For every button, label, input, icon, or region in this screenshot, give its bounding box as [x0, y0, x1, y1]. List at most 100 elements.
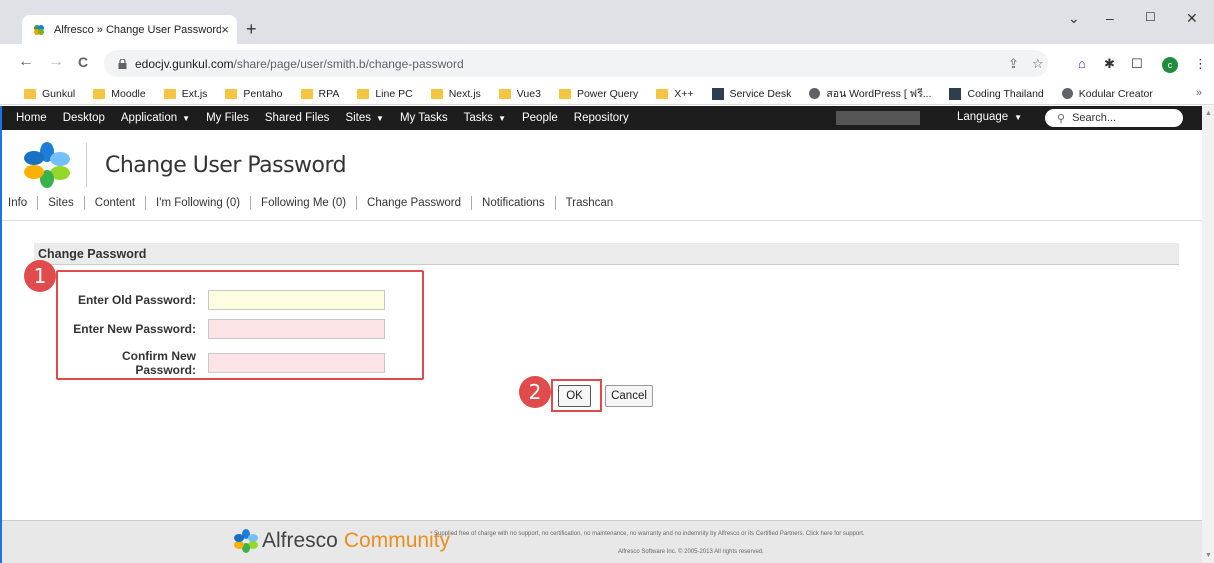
nav-item-label: My Files	[206, 112, 249, 124]
profile-tab[interactable]: Change Password	[356, 196, 471, 210]
browser-menu-icon[interactable]: ⋮	[1194, 56, 1207, 72]
nav-item[interactable]: Repository	[574, 112, 629, 124]
profile-tab[interactable]: Trashcan	[554, 196, 624, 210]
bookmarks-overflow-icon[interactable]: »	[1196, 87, 1202, 99]
search-placeholder: Search...	[1072, 112, 1117, 124]
footer-notice[interactable]: Supplied free of charge with no support,…	[434, 531, 865, 537]
folder-icon	[357, 88, 370, 99]
new-tab-button[interactable]: +	[246, 20, 257, 38]
profile-tab[interactable]: Sites	[37, 196, 84, 210]
scroll-up-icon[interactable]: ▲	[1205, 110, 1212, 117]
language-menu[interactable]: Language ▼	[957, 111, 1022, 123]
nav-item[interactable]: My Files	[206, 112, 249, 124]
nav-item[interactable]: Desktop	[63, 112, 105, 124]
new-password-input[interactable]	[208, 319, 385, 339]
bookmark-item[interactable]: Pentaho	[225, 88, 283, 100]
ok-button[interactable]: OK	[558, 385, 591, 407]
nav-item-label: Shared Files	[264, 112, 330, 124]
url-host: edocjv.gunkul.com	[135, 56, 234, 71]
share-icon[interactable]: ⇪	[1008, 56, 1019, 72]
minimize-button[interactable]: –	[1106, 10, 1114, 26]
section-title: Change Password	[34, 243, 1179, 265]
folder-icon	[225, 88, 238, 99]
bookmark-item[interactable]: Gunkul	[24, 88, 75, 100]
nav-item[interactable]: Sites ▼	[345, 112, 384, 124]
forward-button[interactable]: →	[48, 54, 64, 70]
tab-close-icon[interactable]: ×	[221, 22, 229, 37]
folder-icon	[656, 88, 669, 99]
caret-down-icon: ▼	[1014, 113, 1023, 122]
folder-icon	[163, 88, 176, 99]
bookmark-item[interactable]: Vue3	[498, 88, 541, 100]
url-path: /share/page/user/smith.b/change-password	[233, 56, 464, 71]
image-icon	[949, 87, 962, 100]
nav-item[interactable]: Home	[16, 112, 47, 124]
footer-copyright: Alfresco Software Inc. © 2005-2013 All r…	[618, 549, 764, 555]
bookmark-star-icon[interactable]: ☆	[1032, 56, 1044, 72]
profile-tab[interactable]: Content	[83, 196, 145, 210]
folder-icon	[430, 88, 443, 99]
bookmark-item[interactable]: Next.js	[430, 88, 481, 100]
folder-icon	[93, 88, 106, 99]
folder-icon	[498, 88, 511, 99]
nav-item[interactable]: People	[522, 112, 558, 124]
page-title: Change User Password	[105, 152, 347, 178]
profile-tab[interactable]: Following Me (0)	[250, 196, 356, 210]
nav-item-label: Application	[120, 112, 178, 124]
new-password-label: Enter New Password:	[73, 322, 196, 336]
profile-tab[interactable]: Info	[8, 196, 37, 210]
header-divider	[86, 143, 87, 187]
cancel-button[interactable]: Cancel	[605, 385, 653, 407]
globe-icon	[1061, 88, 1073, 99]
bookmark-item[interactable]: X++	[656, 88, 694, 100]
bookmark-label: Coding Thailand	[967, 87, 1044, 100]
maximize-button[interactable]: ☐	[1145, 10, 1156, 24]
user-menu-redacted[interactable]	[836, 111, 920, 125]
alfresco-favicon-icon	[34, 24, 44, 35]
bookmark-item[interactable]: Moodle	[93, 88, 146, 100]
alfresco-logo-icon	[24, 142, 70, 188]
profile-avatar[interactable]: c	[1162, 57, 1178, 73]
nav-item[interactable]: My Tasks	[400, 112, 448, 124]
side-panel-icon[interactable]: ☐	[1131, 56, 1143, 72]
password-form-highlight: Enter Old Password: Enter New Password: …	[56, 270, 424, 380]
address-bar[interactable]: edocjv.gunkul.com/share/page/user/smith.…	[104, 50, 1048, 77]
bookmarks-bar: Gunkul Moodle Ext.js Pentaho RPA Line PC Next.…	[0, 83, 1214, 105]
nav-item[interactable]: Shared Files	[265, 112, 330, 124]
bookmark-item[interactable]: Ext.js	[163, 88, 207, 100]
caret-down-icon: ▼	[498, 114, 506, 123]
extension-badge-icon[interactable]: ⌂	[1078, 56, 1086, 71]
old-password-input[interactable]	[208, 290, 385, 310]
search-box[interactable]: ⚲ Search...	[1045, 109, 1183, 127]
page-scrollbar[interactable]: ▲ ▼	[1202, 106, 1214, 563]
profile-tab[interactable]: Notifications	[471, 196, 555, 210]
nav-item-label: Tasks	[463, 112, 494, 124]
divider	[2, 220, 1202, 221]
folder-icon	[24, 88, 36, 99]
reload-button[interactable]: C	[78, 54, 88, 70]
back-button[interactable]: ←	[18, 54, 34, 70]
bookmark-item[interactable]: Kodular Creator	[1061, 88, 1153, 100]
tab-search-icon[interactable]: ⌄	[1068, 10, 1080, 27]
bookmark-item[interactable]: Service Desk	[711, 87, 791, 100]
profile-tab[interactable]: I'm Following (0)	[145, 196, 250, 210]
puzzle-extensions-icon[interactable]: ✱	[1104, 56, 1115, 72]
nav-item-label: People	[521, 112, 558, 124]
bookmark-item[interactable]: Coding Thailand	[949, 87, 1044, 100]
bookmark-label: Line PC	[375, 87, 413, 100]
scroll-down-icon[interactable]: ▼	[1205, 552, 1212, 559]
nav-item[interactable]: Tasks ▼	[464, 112, 506, 124]
confirm-password-input[interactable]	[208, 353, 385, 373]
bookmark-item[interactable]: Line PC	[357, 87, 413, 100]
alfresco-community-logo: Alfresco Community	[234, 529, 450, 553]
app-nav-bar: Home Desktop Application ▼ My Files Shared Fi…	[2, 106, 1202, 130]
bookmark-item[interactable]: Power Query	[558, 88, 638, 100]
bookmark-label: Gunkul	[42, 87, 76, 100]
browser-tab[interactable]: Alfresco » Change User Password ×	[22, 15, 237, 44]
language-label: Language	[957, 111, 1009, 123]
nav-item[interactable]: Application ▼	[121, 112, 190, 124]
bookmark-item[interactable]: สอน WordPress [ ฟรี...	[809, 85, 931, 102]
alfresco-flower-icon	[234, 529, 258, 553]
bookmark-item[interactable]: RPA	[300, 88, 339, 100]
close-window-button[interactable]: ✕	[1186, 10, 1198, 27]
